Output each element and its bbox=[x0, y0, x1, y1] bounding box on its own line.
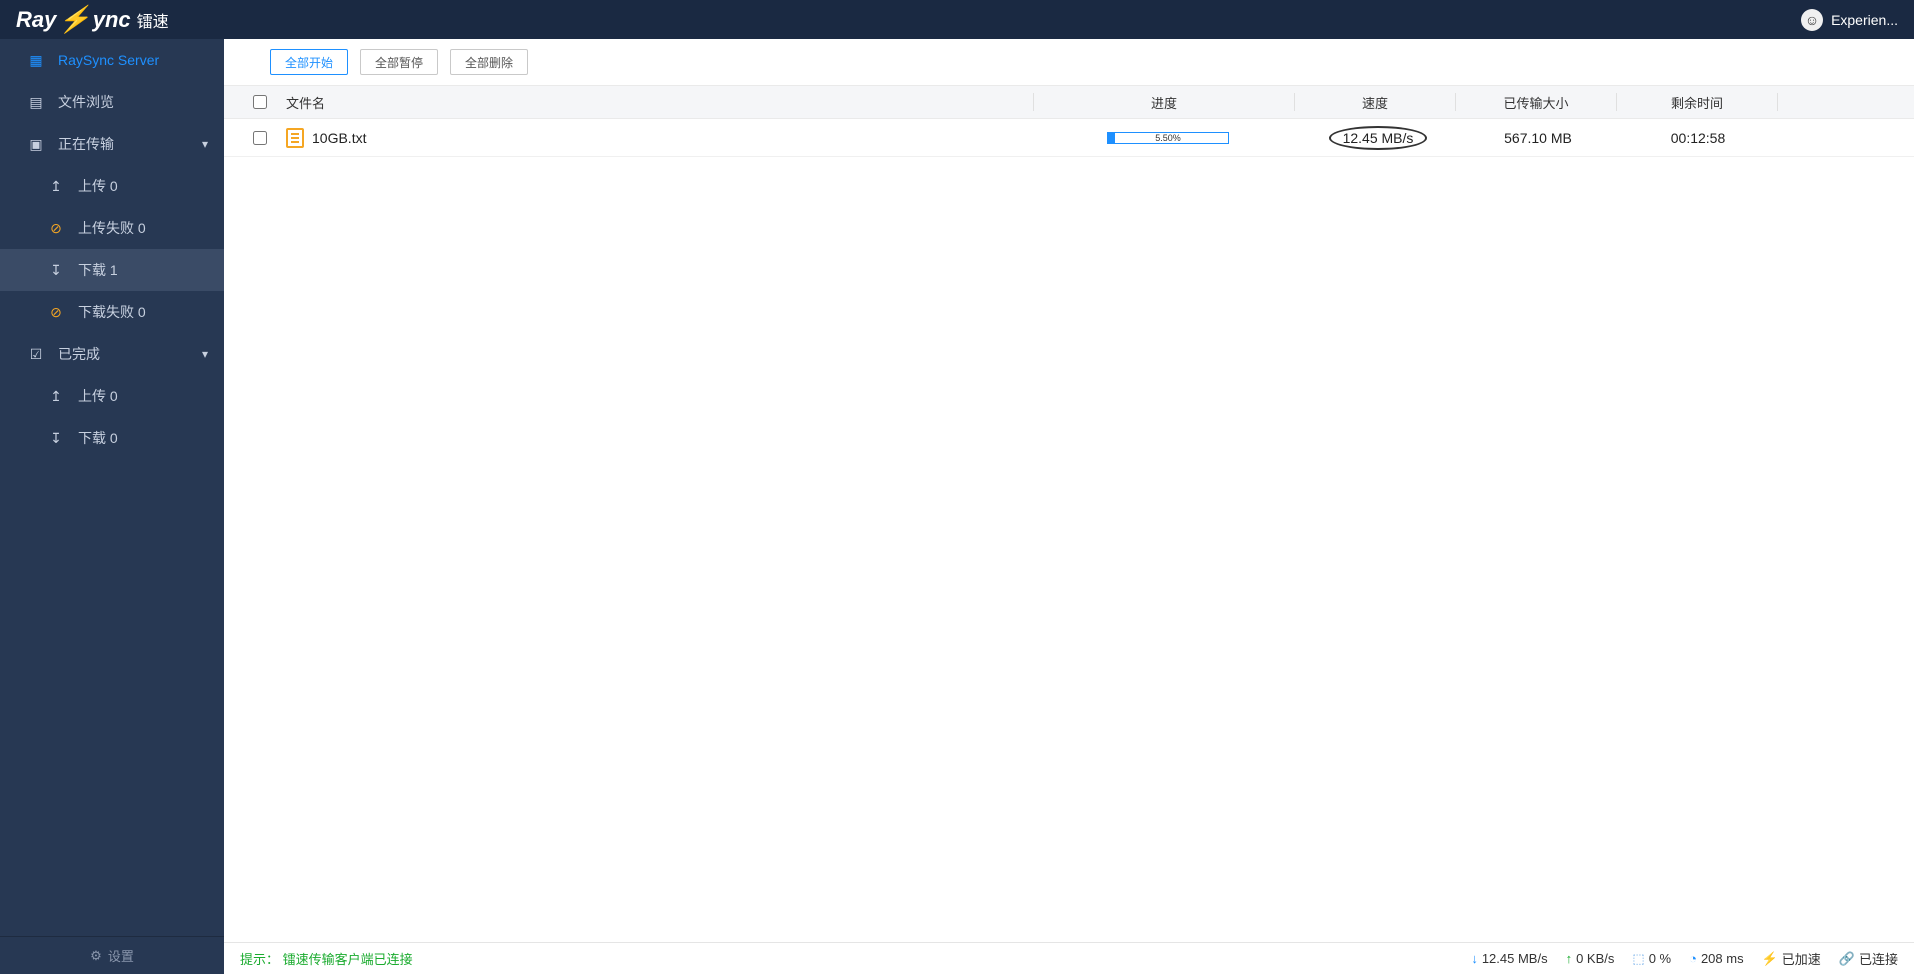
boost-value: 已加速 bbox=[1782, 949, 1821, 968]
sidebar-upload-label: 上传 0 bbox=[78, 176, 118, 196]
table-header: 文件名 进度 速度 已传输大小 剩余时间 bbox=[224, 85, 1914, 119]
speed-value: 12.45 MB/s bbox=[1329, 126, 1428, 150]
stat-upload-speed: ↑ 0 KB/s bbox=[1566, 951, 1615, 966]
sidebar-item-upload[interactable]: ↥ 上传 0 bbox=[0, 165, 224, 207]
logo-text-a: Ray bbox=[16, 7, 56, 33]
sidebar-item-download-failed[interactable]: ⊘ 下载失败 0 bbox=[0, 291, 224, 333]
upload-icon: ↥ bbox=[48, 178, 64, 195]
sidebar-item-transferring[interactable]: ▣ 正在传输 ▾ bbox=[0, 123, 224, 165]
stat-latency: ◔ 208 ms bbox=[1689, 951, 1744, 966]
sidebar-completed-label: 已完成 bbox=[58, 344, 100, 364]
upload-icon: ↥ bbox=[48, 388, 64, 405]
stat-boost: ⚡ 已加速 bbox=[1762, 949, 1821, 968]
transferred-value: 567.10 MB bbox=[1458, 130, 1618, 146]
sidebar-item-download[interactable]: ↧ 下载 1 bbox=[0, 249, 224, 291]
sidebar-settings-label: 设置 bbox=[108, 946, 134, 965]
arrow-up-icon: ↑ bbox=[1566, 951, 1573, 966]
col-transferred: 已传输大小 bbox=[1456, 93, 1616, 112]
sidebar-completed-download-label: 下载 0 bbox=[78, 428, 118, 448]
sidebar-item-server[interactable]: ▦ RaySync Server bbox=[0, 39, 224, 81]
logo-cn: 镭速 bbox=[137, 8, 169, 32]
tip-label: 提示： bbox=[240, 952, 279, 967]
sidebar-filebrowse-label: 文件浏览 bbox=[58, 92, 114, 112]
up-speed-value: 0 KB/s bbox=[1576, 951, 1614, 966]
link-icon: 🔗 bbox=[1839, 951, 1855, 967]
warning-icon: ⊘ bbox=[48, 220, 64, 237]
select-all-checkbox[interactable] bbox=[253, 95, 267, 109]
grid-icon: ▦ bbox=[28, 52, 44, 69]
row-checkbox[interactable] bbox=[253, 131, 267, 145]
tip: 提示： 镭速传输客户端已连接 bbox=[240, 949, 413, 968]
col-filename: 文件名 bbox=[280, 93, 1033, 112]
gear-icon: ⚙ bbox=[90, 948, 102, 964]
sidebar-settings[interactable]: ⚙ 设置 bbox=[0, 936, 224, 974]
stat-packet-loss: ⬚ 0 % bbox=[1632, 951, 1671, 967]
sidebar-item-filebrowse[interactable]: ▤ 文件浏览 bbox=[0, 81, 224, 123]
delete-all-button[interactable]: 全部删除 bbox=[450, 49, 528, 75]
stat-download-speed: ↓ 12.45 MB/s bbox=[1471, 951, 1547, 966]
transfer-icon: ▣ bbox=[28, 136, 44, 153]
sidebar-item-completed-download[interactable]: ↧ 下载 0 bbox=[0, 417, 224, 459]
cube-icon: ⬚ bbox=[1632, 951, 1644, 967]
boost-icon: ⚡ bbox=[1762, 951, 1778, 967]
sidebar-transferring-label: 正在传输 bbox=[58, 134, 114, 154]
sidebar-item-completed-upload[interactable]: ↥ 上传 0 bbox=[0, 375, 224, 417]
arrow-down-icon: ↓ bbox=[1471, 951, 1478, 966]
col-progress: 进度 bbox=[1034, 93, 1294, 112]
app-header: Ray ⚡ ync 镭速 ☺ Experien... bbox=[0, 0, 1914, 39]
chevron-down-icon: ▾ bbox=[202, 137, 208, 151]
download-icon: ↧ bbox=[48, 262, 64, 279]
sidebar-server-label: RaySync Server bbox=[58, 52, 159, 68]
chevron-down-icon: ▾ bbox=[202, 347, 208, 361]
logo-text-b: ync bbox=[93, 7, 131, 33]
sidebar-download-failed-label: 下载失败 0 bbox=[78, 302, 146, 322]
connected-value: 已连接 bbox=[1859, 949, 1898, 968]
app-logo: Ray ⚡ ync 镭速 bbox=[16, 4, 169, 35]
table-row[interactable]: 10GB.txt 5.50% 12.45 MB/s 567.10 MB 00:1… bbox=[224, 119, 1914, 157]
sidebar-item-upload-failed[interactable]: ⊘ 上传失败 0 bbox=[0, 207, 224, 249]
document-icon bbox=[286, 128, 304, 148]
progress-text: 5.50% bbox=[1108, 133, 1228, 143]
check-icon: ☑ bbox=[28, 346, 44, 363]
avatar-icon: ☺ bbox=[1801, 9, 1823, 31]
warning-icon: ⊘ bbox=[48, 304, 64, 321]
sidebar-completed-upload-label: 上传 0 bbox=[78, 386, 118, 406]
stat-connected: 🔗 已连接 bbox=[1839, 949, 1898, 968]
transfer-table: 文件名 进度 速度 已传输大小 剩余时间 10GB.txt bbox=[224, 85, 1914, 942]
remaining-value: 00:12:58 bbox=[1618, 130, 1778, 146]
sidebar-item-completed[interactable]: ☑ 已完成 ▾ bbox=[0, 333, 224, 375]
content-area: 全部开始 全部暂停 全部删除 文件名 进度 速度 已传输大小 剩余时间 bbox=[224, 39, 1914, 974]
latency-value: 208 ms bbox=[1701, 951, 1744, 966]
bolt-icon: ⚡ bbox=[58, 4, 90, 35]
status-bar: 提示： 镭速传输客户端已连接 ↓ 12.45 MB/s ↑ 0 KB/s ⬚ 0… bbox=[224, 942, 1914, 974]
col-speed: 速度 bbox=[1295, 93, 1455, 112]
pause-all-button[interactable]: 全部暂停 bbox=[360, 49, 438, 75]
user-menu[interactable]: ☺ Experien... bbox=[1801, 9, 1898, 31]
clock-icon: ◔ bbox=[1689, 951, 1697, 966]
col-remaining: 剩余时间 bbox=[1617, 93, 1777, 112]
download-icon: ↧ bbox=[48, 430, 64, 447]
user-name: Experien... bbox=[1831, 12, 1898, 28]
start-all-button[interactable]: 全部开始 bbox=[270, 49, 348, 75]
down-speed-value: 12.45 MB/s bbox=[1482, 951, 1548, 966]
file-name: 10GB.txt bbox=[312, 130, 366, 146]
tip-text: 镭速传输客户端已连接 bbox=[283, 952, 413, 967]
toolbar: 全部开始 全部暂停 全部删除 bbox=[224, 39, 1914, 85]
sidebar: ▦ RaySync Server ▤ 文件浏览 ▣ 正在传输 ▾ ↥ 上传 0 … bbox=[0, 39, 224, 974]
file-icon: ▤ bbox=[28, 94, 44, 111]
loss-value: 0 % bbox=[1649, 951, 1671, 966]
sidebar-download-label: 下载 1 bbox=[78, 260, 118, 280]
progress-bar: 5.50% bbox=[1107, 132, 1229, 144]
sidebar-upload-failed-label: 上传失败 0 bbox=[78, 218, 146, 238]
